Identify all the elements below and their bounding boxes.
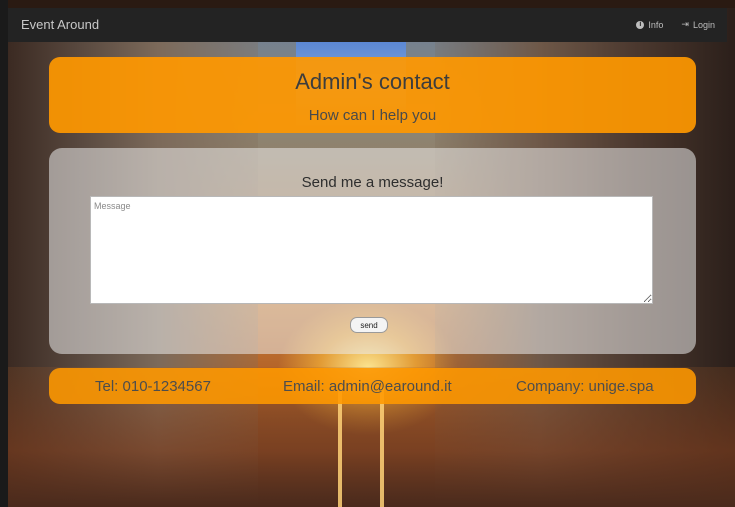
navbar-links: i Info ⇥ Login [636,19,715,30]
window-edge [0,0,8,507]
contact-tel: Tel: 010-1234567 [95,378,211,395]
login-icon: ⇥ [681,19,689,29]
message-form-title: Send me a message! [301,174,444,191]
nav-info-link[interactable]: i Info [636,19,663,30]
page-title: Admin's contact [295,69,450,94]
message-textarea[interactable] [90,196,653,304]
tram-rail [380,387,384,507]
contact-info-footer: Tel: 010-1234567 Email: admin@earound.it… [49,368,696,404]
message-form-card: Send me a message! send [49,148,696,354]
nav-login-label: Login [692,19,715,30]
nav-login-link[interactable]: ⇥ Login [681,19,715,30]
contact-email: Email: admin@earound.it [283,378,452,395]
info-icon: i [636,20,645,29]
contact-header-card: Admin's contact How can I help you [49,57,696,133]
tram-rail [338,387,342,507]
nav-info-label: Info [648,19,664,30]
page-subtitle: How can I help you [308,107,437,124]
send-button[interactable]: send [350,317,388,333]
top-navbar: Event Around i Info ⇥ Login [8,8,727,42]
contact-company: Company: unige.spa [516,378,654,395]
brand-link[interactable]: Event Around [21,17,99,32]
